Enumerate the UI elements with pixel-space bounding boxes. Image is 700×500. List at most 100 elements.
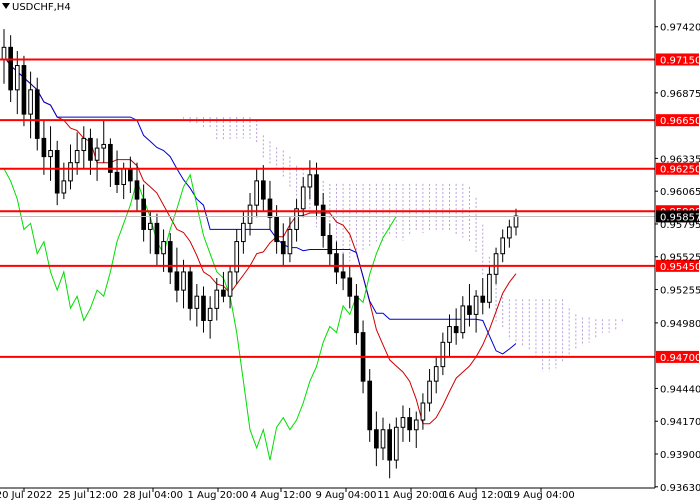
price-tick-label: 0.97420 — [660, 23, 700, 34]
candle-body — [214, 289, 220, 309]
candle-body — [440, 341, 446, 368]
candle-body — [473, 295, 479, 315]
candle-body — [354, 295, 359, 334]
candle-body — [187, 271, 193, 309]
candle-body — [320, 204, 326, 237]
candle-body — [134, 180, 140, 200]
price-tick-label: 0.94980 — [660, 319, 700, 330]
candle-body — [334, 253, 339, 273]
candle-body — [274, 216, 279, 243]
price-tick-label: 0.93630 — [660, 483, 700, 494]
candle-body — [480, 295, 486, 303]
candle-body — [433, 366, 439, 382]
candle-body — [147, 222, 153, 230]
candle-body — [14, 65, 20, 91]
level-price-label: 0.96250 — [660, 165, 700, 176]
candle-body — [427, 380, 432, 404]
triangle-down-icon[interactable] — [2, 3, 10, 9]
candle-body — [54, 150, 60, 194]
candle-body — [327, 235, 333, 255]
candle-body — [420, 402, 426, 421]
candle-body — [413, 419, 419, 431]
candle-body — [453, 326, 459, 334]
chikou-line — [3, 168, 397, 461]
candle-body — [241, 222, 246, 243]
candle-body — [393, 426, 399, 461]
candle-body — [407, 417, 412, 431]
candle-body — [467, 305, 472, 315]
candle-body — [101, 143, 107, 149]
candle-body — [234, 241, 240, 273]
candle-body — [513, 215, 519, 228]
chart-canvas[interactable]: 0.971500.966500.962500.959000.954500.947… — [0, 0, 700, 500]
tenkan-line — [3, 56, 517, 425]
level-price-label: 0.94700 — [660, 353, 700, 364]
candle-body — [88, 137, 93, 161]
candle-body — [227, 271, 233, 297]
candle-body — [167, 241, 173, 273]
candle-body — [340, 271, 346, 279]
level-price-label: 0.97150 — [660, 55, 700, 66]
time-tick-label: 28 Jul 04:00 — [123, 490, 183, 500]
time-tick-label: 25 Jul 12:00 — [58, 490, 118, 500]
candle-body — [247, 204, 253, 224]
candle-body — [314, 174, 319, 206]
candle-body — [487, 273, 492, 303]
candle-body — [201, 295, 206, 321]
candle-body — [507, 226, 512, 239]
time-tick-label: 9 Aug 04:00 — [315, 490, 376, 500]
price-tick-label: 0.96875 — [660, 89, 700, 100]
chart-title: USDCHF,H4 — [12, 2, 71, 13]
candle-body — [81, 137, 87, 152]
candle-body — [128, 168, 133, 182]
candle-body — [500, 237, 506, 255]
chart-window[interactable]: 0.971500.966500.962500.959000.954500.947… — [0, 0, 700, 500]
price-tick-label: 0.94440 — [660, 384, 700, 395]
chart-title-group: USDCHF,H4 — [2, 2, 71, 13]
price-tick-label: 0.94170 — [660, 417, 700, 428]
candle-body — [121, 168, 127, 186]
price-tick-label: 0.96335 — [660, 154, 700, 165]
price-tick-label: 0.95255 — [660, 286, 700, 297]
candle-body — [300, 186, 306, 210]
time-tick-label: 4 Aug 12:00 — [250, 490, 311, 500]
candle-body — [447, 326, 452, 343]
candle-body — [141, 198, 146, 230]
time-tick-label: 19 Aug 04:00 — [507, 490, 574, 500]
candle-body — [493, 253, 499, 275]
time-tick-label: 1 Aug 20:00 — [187, 490, 248, 500]
candle-body — [194, 295, 200, 309]
candle-body — [221, 289, 226, 297]
candle-body — [400, 417, 406, 428]
candle-body — [74, 150, 80, 164]
candle-body — [68, 162, 73, 182]
candle-body — [154, 222, 160, 255]
time-tick-label: 11 Aug 20:00 — [377, 490, 444, 500]
candle-body — [374, 429, 379, 449]
candle-body — [347, 277, 353, 297]
time-tick-label: 16 Aug 12:00 — [442, 490, 509, 500]
candle-body — [267, 198, 273, 218]
candle-body — [260, 180, 266, 200]
candle-body — [387, 429, 392, 461]
candle-body — [460, 305, 466, 334]
price-tick-label: 0.93900 — [660, 450, 700, 461]
candle-body — [21, 65, 27, 115]
level-price-label: 0.96650 — [660, 116, 700, 127]
candle-body — [280, 241, 286, 255]
candle-body — [28, 89, 33, 115]
candle-body — [380, 429, 386, 449]
price-tick-label: 0.96065 — [660, 187, 700, 198]
candle-body — [114, 171, 120, 186]
candle-body — [41, 137, 47, 158]
candle-body — [161, 241, 166, 255]
candle-body — [207, 307, 213, 321]
candle-body — [94, 147, 100, 161]
current-price-label: 0.95857 — [660, 212, 700, 223]
price-tick-label: 0.95525 — [660, 253, 700, 264]
candle-body — [61, 180, 67, 194]
candle-body — [254, 180, 260, 206]
candle-body — [287, 228, 293, 255]
indicator-lines — [3, 56, 517, 461]
candle-body — [174, 271, 180, 291]
